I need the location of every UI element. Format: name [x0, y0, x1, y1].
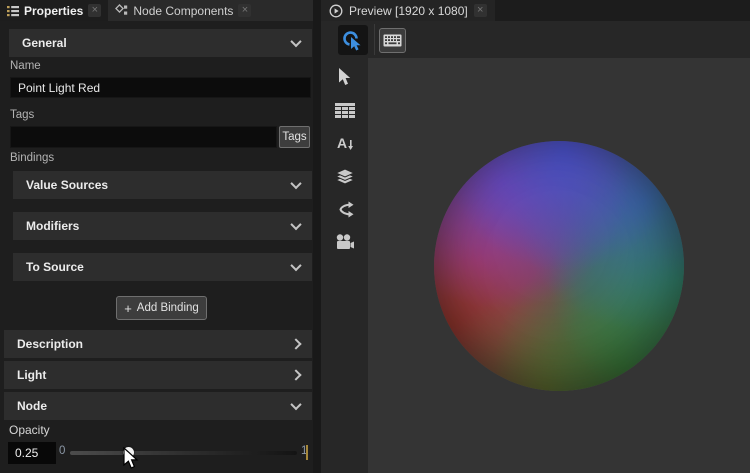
- svg-text:A: A: [337, 135, 347, 151]
- section-light[interactable]: Light: [4, 361, 312, 389]
- tab-node-components-close-icon[interactable]: ×: [238, 4, 252, 17]
- text-tool[interactable]: A: [325, 128, 365, 158]
- tab-preview[interactable]: Preview [1920 x 1080] ×: [321, 0, 495, 21]
- section-node-label: Node: [17, 399, 47, 413]
- tags-field-label: Tags: [10, 109, 35, 121]
- properties-list-icon: [7, 5, 19, 16]
- tags-button-label: Tags: [282, 131, 307, 143]
- toolbar-separator: [374, 24, 375, 55]
- opacity-value-text: 0.25: [15, 446, 39, 460]
- rgb-lit-sphere: [434, 140, 684, 391]
- section-light-label: Light: [17, 368, 47, 382]
- tab-node-components[interactable]: Node Components ×: [108, 0, 258, 21]
- chevron-down-icon: [290, 259, 302, 272]
- add-binding-button-label: Add Binding: [136, 302, 199, 314]
- virtual-keyboard-button[interactable]: [379, 28, 406, 53]
- opacity-slider-thumb[interactable]: [122, 447, 134, 458]
- layers-icon: [334, 167, 355, 185]
- preview-toolbar: [321, 21, 750, 58]
- section-node[interactable]: Node: [4, 392, 312, 420]
- chevron-right-icon: [290, 369, 302, 381]
- app-window: Properties × Node Components × General N…: [0, 0, 750, 473]
- select-arrow-icon: [338, 68, 350, 85]
- properties-panel: Properties × Node Components × General N…: [0, 0, 313, 473]
- select-arrow-tool[interactable]: [325, 62, 365, 92]
- chevron-down-icon: [290, 35, 302, 48]
- chevron-down-icon: [290, 398, 302, 411]
- section-general-label: General: [22, 36, 67, 50]
- opacity-slider[interactable]: [70, 447, 297, 458]
- opacity-binding-marker: [306, 445, 308, 460]
- add-binding-button[interactable]: + Add Binding: [116, 296, 207, 320]
- section-to-source[interactable]: To Source: [13, 253, 312, 281]
- chevron-down-icon: [290, 177, 302, 190]
- tab-preview-label: Preview [1920 x 1080]: [349, 3, 468, 18]
- preview-viewport[interactable]: [368, 58, 750, 473]
- tab-properties-label: Properties: [24, 3, 84, 18]
- route-branch-icon: [338, 201, 353, 217]
- name-field-label: Name: [10, 60, 41, 72]
- left-tab-bar: Properties × Node Components ×: [0, 0, 313, 21]
- camera-tool[interactable]: [325, 227, 365, 257]
- tab-properties-close-icon[interactable]: ×: [88, 4, 102, 17]
- section-description-label: Description: [17, 337, 84, 351]
- section-value-sources-label: Value Sources: [26, 178, 109, 192]
- section-general[interactable]: General: [9, 29, 312, 57]
- interact-tool-button[interactable]: [338, 25, 368, 55]
- grid-table-tool[interactable]: [325, 95, 365, 125]
- tags-button[interactable]: Tags: [279, 126, 310, 148]
- opacity-value-input[interactable]: 0.25: [8, 442, 56, 464]
- route-branch-tool[interactable]: [325, 194, 365, 224]
- preview-panel: Preview [1920 x 1080] × A: [313, 0, 750, 473]
- section-to-source-label: To Source: [26, 260, 84, 274]
- section-modifiers-label: Modifiers: [26, 219, 80, 233]
- tab-properties[interactable]: Properties ×: [0, 0, 109, 21]
- chevron-down-icon: [290, 218, 302, 231]
- section-description[interactable]: Description: [4, 330, 312, 358]
- table-icon: [334, 102, 355, 118]
- tags-input[interactable]: [10, 126, 277, 148]
- interact-cursor-icon: [343, 31, 361, 51]
- plus-icon: +: [124, 300, 132, 316]
- text-tool-icon: A: [337, 135, 353, 151]
- opacity-slider-min-label: 0: [59, 445, 66, 457]
- section-value-sources[interactable]: Value Sources: [13, 171, 312, 199]
- preview-side-toolbar: A: [321, 58, 368, 473]
- opacity-label: Opacity: [9, 423, 50, 437]
- bindings-group-label: Bindings: [10, 152, 55, 164]
- camera-icon: [336, 234, 354, 249]
- chevron-right-icon: [290, 338, 302, 350]
- play-circle-icon: [329, 4, 343, 17]
- layers-tool[interactable]: [325, 161, 365, 191]
- name-input[interactable]: [10, 77, 311, 98]
- section-modifiers[interactable]: Modifiers: [13, 212, 312, 240]
- panel-divider[interactable]: [313, 0, 321, 473]
- tab-preview-close-icon[interactable]: ×: [473, 4, 487, 17]
- preview-tab-bar: Preview [1920 x 1080] ×: [321, 0, 750, 21]
- node-components-icon: [115, 4, 128, 15]
- keyboard-icon: [383, 34, 402, 47]
- tab-node-components-label: Node Components: [133, 3, 234, 18]
